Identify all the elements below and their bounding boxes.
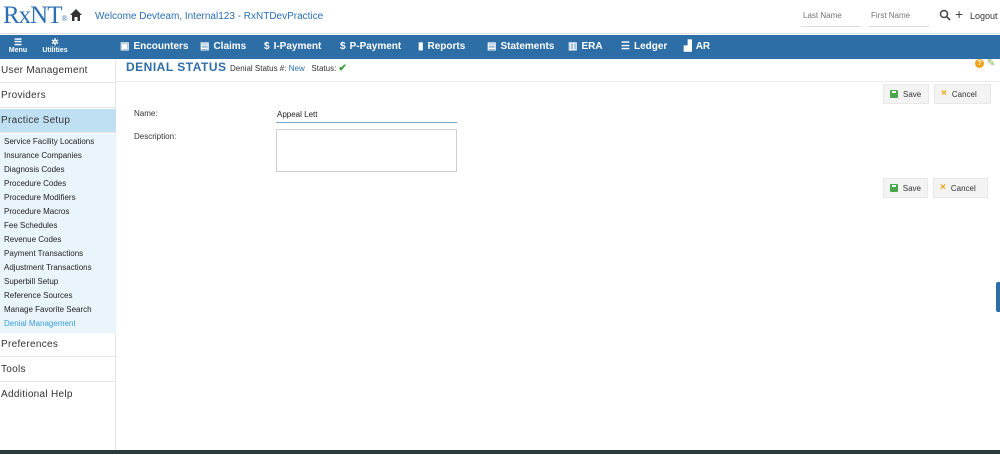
- practice-setup-submenu: Service Facility Locations Insurance Com…: [0, 134, 116, 333]
- nav-p-payment[interactable]: $ P-Payment: [340, 41, 401, 52]
- dollar-icon: $: [340, 41, 346, 52]
- nav-i-payment[interactable]: $ I-Payment: [264, 41, 321, 52]
- status-number-label: Denial Status #:: [230, 64, 287, 73]
- sidebar-practice-setup[interactable]: Practice Setup: [0, 109, 116, 133]
- cancel-x-icon: ×: [941, 88, 947, 99]
- encounters-icon: ▣: [120, 41, 130, 52]
- status-line: Denial Status #: New Status: ✔: [230, 63, 347, 74]
- nav-era[interactable]: ▥ ERA: [568, 41, 603, 52]
- statements-icon: ▤: [487, 41, 497, 52]
- description-label: Description:: [134, 132, 177, 141]
- save-button-bottom[interactable]: Save: [883, 178, 928, 198]
- claims-icon: ▤: [200, 41, 210, 52]
- last-name-search-input[interactable]: [801, 5, 861, 27]
- reports-icon: ▮: [418, 41, 424, 52]
- utilities-button[interactable]: ✲ Utilities: [40, 37, 70, 54]
- sidebar-tools[interactable]: Tools: [0, 358, 116, 382]
- sidebar-providers[interactable]: Providers: [0, 84, 116, 108]
- side-scroll-tab[interactable]: [996, 282, 1000, 312]
- check-icon: ✔: [338, 63, 347, 74]
- title-divider: [116, 81, 1000, 82]
- save-button-top[interactable]: Save: [883, 84, 929, 104]
- nav-ar[interactable]: ▟ AR: [684, 41, 710, 52]
- sidebar-item-payment-transactions[interactable]: Payment Transactions: [4, 249, 83, 258]
- sidebar-item-procedure-macros[interactable]: Procedure Macros: [4, 207, 69, 216]
- status-number-value: New: [288, 64, 305, 73]
- sidebar-item-manage-favorite-search[interactable]: Manage Favorite Search: [4, 305, 92, 314]
- sidebar-item-adjustment-transactions[interactable]: Adjustment Transactions: [4, 263, 92, 272]
- name-input[interactable]: [276, 106, 457, 123]
- save-icon: [890, 90, 898, 98]
- dollar-icon: $: [264, 41, 270, 52]
- bottom-edge-bar: [0, 450, 1000, 454]
- sidebar-item-insurance-companies[interactable]: Insurance Companies: [4, 151, 82, 160]
- hamburger-icon: ☰: [13, 37, 23, 47]
- nav-ledger[interactable]: ☰ Ledger: [621, 41, 667, 52]
- cancel-button-bottom[interactable]: × Cancel: [933, 178, 988, 198]
- help-icon[interactable]: ?: [975, 59, 984, 68]
- nav-encounters[interactable]: ▣ Encounters: [120, 41, 188, 52]
- home-icon[interactable]: [69, 8, 83, 22]
- sidebar-item-service-facility-locations[interactable]: Service Facility Locations: [4, 137, 94, 146]
- gear-icon: ✲: [51, 37, 59, 47]
- sidebar-user-management[interactable]: User Management: [0, 59, 116, 83]
- cancel-button-top[interactable]: × Cancel: [934, 84, 991, 104]
- menu-label: Menu: [8, 47, 28, 54]
- sidebar-item-procedure-modifiers[interactable]: Procedure Modifiers: [4, 193, 76, 202]
- save-icon: [890, 184, 898, 192]
- welcome-text: Welcome Devteam, Internal123 - RxNTDevPr…: [95, 11, 324, 22]
- nav-claims[interactable]: ▤ Claims: [200, 41, 246, 52]
- bar-chart-icon: ▟: [684, 41, 692, 52]
- sidebar-item-procedure-codes[interactable]: Procedure Codes: [4, 179, 66, 188]
- description-textarea[interactable]: [276, 129, 457, 172]
- sidebar-additional-help[interactable]: Additional Help: [0, 383, 116, 407]
- list-icon: ☰: [621, 41, 630, 52]
- search-icon[interactable]: [939, 9, 951, 21]
- sidebar-item-fee-schedules[interactable]: Fee Schedules: [4, 221, 57, 230]
- sidebar-item-reference-sources[interactable]: Reference Sources: [4, 291, 72, 300]
- sidebar-item-diagnosis-codes[interactable]: Diagnosis Codes: [4, 165, 64, 174]
- nav-reports[interactable]: ▮ Reports: [418, 41, 465, 52]
- main-nav-bar: ☰ Menu ✲ Utilities ▣ Encounters ▤ Claims $…: [0, 35, 1000, 59]
- name-label: Name:: [134, 109, 158, 118]
- cancel-x-icon: ×: [940, 182, 946, 193]
- sidebar-item-superbill-setup[interactable]: Superbill Setup: [4, 277, 58, 286]
- rxnt-logo[interactable]: RxNT®: [3, 2, 68, 30]
- top-header: RxNT® Welcome Devteam, Internal123 - RxN…: [0, 0, 1000, 34]
- sidebar-item-denial-management[interactable]: Denial Management: [4, 319, 76, 328]
- utilities-label: Utilities: [42, 47, 68, 54]
- status-label: Status:: [311, 64, 337, 73]
- add-patient-plus-icon[interactable]: +: [955, 6, 963, 22]
- logout-link[interactable]: Logout: [970, 11, 998, 21]
- main-content: DENIAL STATUS Denial Status #: New Statu…: [116, 58, 1000, 454]
- logo-text: RxNT: [3, 2, 62, 29]
- sidebar-item-revenue-codes[interactable]: Revenue Codes: [4, 235, 61, 244]
- left-sidebar: User Management Providers Practice Setup…: [0, 59, 116, 454]
- edit-pencil-icon[interactable]: ✎: [987, 58, 995, 69]
- nav-statements[interactable]: ▤ Statements: [487, 41, 554, 52]
- sidebar-preferences[interactable]: Preferences: [0, 333, 116, 357]
- era-icon: ▥: [568, 41, 578, 52]
- first-name-search-input[interactable]: [869, 5, 929, 27]
- menu-button[interactable]: ☰ Menu: [5, 37, 31, 54]
- page-title: DENIAL STATUS: [126, 60, 227, 74]
